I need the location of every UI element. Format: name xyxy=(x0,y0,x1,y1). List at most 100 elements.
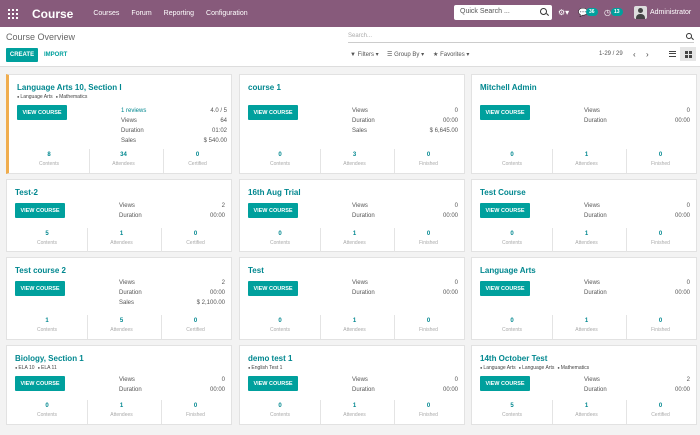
course-title[interactable]: 16th Aug Trial xyxy=(248,188,301,197)
course-card[interactable]: Language Arts 10, Section I Language Arts… xyxy=(6,74,232,174)
footer-attendees[interactable]: 1 Attendees xyxy=(87,400,155,424)
footer-finished[interactable]: 0 Finished xyxy=(394,228,462,252)
footer-finished[interactable]: 0 Finished xyxy=(626,149,694,173)
footer-contents[interactable]: 8 Contents xyxy=(15,149,83,173)
course-title[interactable]: demo test 1 xyxy=(248,354,292,363)
menu-reporting[interactable]: Reporting xyxy=(164,10,194,17)
stat-label[interactable]: 1 reviews xyxy=(121,108,146,114)
favorites-dropdown[interactable]: ★ Favorites ▾ xyxy=(433,51,469,58)
course-title[interactable]: Test xyxy=(248,266,264,275)
chevron-right-icon[interactable]: › xyxy=(646,50,649,59)
footer-contents[interactable]: 1 Contents xyxy=(13,315,81,339)
footer-contents[interactable]: 0 Contents xyxy=(478,228,546,252)
view-course-button[interactable]: VIEW COURSE xyxy=(480,376,530,391)
footer-contents[interactable]: 0 Contents xyxy=(13,400,81,424)
footer-attendees[interactable]: 1 Attendees xyxy=(320,400,388,424)
footer-finished[interactable]: 0 Finished xyxy=(394,315,462,339)
contents-label: Contents xyxy=(269,240,290,246)
view-course-button[interactable]: VIEW COURSE xyxy=(248,281,298,296)
view-course-button[interactable]: VIEW COURSE xyxy=(480,203,530,218)
course-card[interactable]: Mitchell Admin VIEW COURSE Views 0 Duration 0… xyxy=(471,74,697,174)
course-card[interactable]: Language Arts VIEW COURSE Views 0 Duration 00… xyxy=(471,257,697,340)
course-title[interactable]: Biology, Section 1 xyxy=(15,354,84,363)
footer-certified[interactable]: 0 Certified xyxy=(626,400,694,424)
course-stat: Sales $ 6,645.00 xyxy=(352,128,458,137)
course-title[interactable]: Test Course xyxy=(480,188,526,197)
footer-attendees[interactable]: 5 Attendees xyxy=(87,315,155,339)
import-button[interactable]: IMPORT xyxy=(44,48,67,62)
footer-finished[interactable]: 0 Finished xyxy=(626,228,694,252)
menu-forum[interactable]: Forum xyxy=(131,10,151,17)
search-icon[interactable] xyxy=(540,8,547,15)
footer-attendees[interactable]: 3 Attendees xyxy=(320,149,388,173)
avatar[interactable] xyxy=(634,6,647,19)
footer-attendees[interactable]: 1 Attendees xyxy=(552,228,620,252)
pager-value[interactable]: 1-29 / 29 xyxy=(599,51,623,57)
footer-contents[interactable]: 0 Contents xyxy=(246,400,314,424)
course-title[interactable]: Language Arts 10, Section I xyxy=(17,83,122,92)
footer-contents[interactable]: 0 Contents xyxy=(478,315,546,339)
menu-configuration[interactable]: Configuration xyxy=(206,10,248,17)
activity-settings-icon[interactable]: ⚙▾ xyxy=(558,8,569,17)
view-course-button[interactable]: VIEW COURSE xyxy=(17,105,67,120)
footer-finished[interactable]: 0 Finished xyxy=(161,400,229,424)
course-card[interactable]: course 1 VIEW COURSE Views 0 Duration 00:00 Sa… xyxy=(239,74,465,174)
groupby-dropdown[interactable]: ☰ Group By ▾ xyxy=(387,51,424,58)
footer-attendees[interactable]: 1 Attendees xyxy=(320,228,388,252)
footer-certified[interactable]: 0 Certified xyxy=(161,228,229,252)
course-card[interactable]: Test course 2 VIEW COURSE Views 2 Duration 00… xyxy=(6,257,232,340)
footer-attendees[interactable]: 1 Attendees xyxy=(552,400,620,424)
search-input[interactable]: Search... xyxy=(348,31,694,43)
course-card[interactable]: Test Course VIEW COURSE Views 0 Duration 00:0… xyxy=(471,179,697,252)
course-title[interactable]: course 1 xyxy=(248,83,281,92)
filters-label: Filters xyxy=(357,52,374,58)
course-card[interactable]: demo test 1 English Test 1 VIEW COURSE View… xyxy=(239,345,465,425)
footer-finished[interactable]: 0 Finished xyxy=(626,315,694,339)
filters-dropdown[interactable]: ▼ Filters ▾ xyxy=(350,51,379,58)
clock-icon[interactable]: ◷ xyxy=(604,8,611,17)
course-card[interactable]: 16th Aug Trial VIEW COURSE Views 0 Duration 0… xyxy=(239,179,465,252)
footer-contents[interactable]: 5 Contents xyxy=(13,228,81,252)
footer-attendees[interactable]: 1 Attendees xyxy=(320,315,388,339)
footer-contents[interactable]: 0 Contents xyxy=(478,149,546,173)
course-title[interactable]: Test course 2 xyxy=(15,266,66,275)
view-course-button[interactable]: VIEW COURSE xyxy=(248,105,298,120)
course-card[interactable]: Biology, Section 1 ELA 10ELA 11 VIEW COURS… xyxy=(6,345,232,425)
view-course-button[interactable]: VIEW COURSE xyxy=(480,105,530,120)
footer-finished[interactable]: 0 Finished xyxy=(394,400,462,424)
footer-attendees[interactable]: 34 Attendees xyxy=(89,149,157,173)
chevron-left-icon[interactable]: ‹ xyxy=(633,50,636,59)
footer-attendees[interactable]: 1 Attendees xyxy=(552,315,620,339)
kanban-view-button[interactable] xyxy=(680,47,696,61)
footer-attendees[interactable]: 1 Attendees xyxy=(87,228,155,252)
course-stat: Sales $ 540.00 xyxy=(121,138,227,147)
course-title[interactable]: Mitchell Admin xyxy=(480,83,537,92)
view-course-button[interactable]: VIEW COURSE xyxy=(15,281,65,296)
footer-contents[interactable]: 0 Contents xyxy=(246,149,314,173)
apps-menu-icon[interactable] xyxy=(8,8,18,19)
footer-contents[interactable]: 5 Contents xyxy=(478,400,546,424)
user-menu[interactable]: Administrator xyxy=(650,9,691,16)
quick-search-input[interactable]: Quick Search ... xyxy=(454,5,552,20)
view-course-button[interactable]: VIEW COURSE xyxy=(15,203,65,218)
course-title[interactable]: Language Arts xyxy=(480,266,536,275)
footer-contents[interactable]: 0 Contents xyxy=(246,228,314,252)
menu-courses[interactable]: Courses xyxy=(93,10,119,17)
course-title[interactable]: Test-2 xyxy=(15,188,38,197)
view-course-button[interactable]: VIEW COURSE xyxy=(248,203,298,218)
list-view-button[interactable] xyxy=(664,47,680,61)
course-card[interactable]: Test VIEW COURSE Views 0 Duration 00:00 0 Conte… xyxy=(239,257,465,340)
search-icon[interactable] xyxy=(686,33,692,39)
view-course-button[interactable]: VIEW COURSE xyxy=(248,376,298,391)
footer-finished[interactable]: 0 Finished xyxy=(394,149,462,173)
footer-attendees[interactable]: 1 Attendees xyxy=(552,149,620,173)
footer-certified[interactable]: 0 Certified xyxy=(163,149,231,173)
view-course-button[interactable]: VIEW COURSE xyxy=(15,376,65,391)
course-title[interactable]: 14th October Test xyxy=(480,354,547,363)
course-card[interactable]: 14th October Test Language ArtsLanguage A… xyxy=(471,345,697,425)
view-course-button[interactable]: VIEW COURSE xyxy=(480,281,530,296)
create-button[interactable]: CREATE xyxy=(6,48,38,62)
course-card[interactable]: Test-2 VIEW COURSE Views 2 Duration 00:00 5 Con… xyxy=(6,179,232,252)
footer-contents[interactable]: 0 Contents xyxy=(246,315,314,339)
footer-certified[interactable]: 0 Certified xyxy=(161,315,229,339)
